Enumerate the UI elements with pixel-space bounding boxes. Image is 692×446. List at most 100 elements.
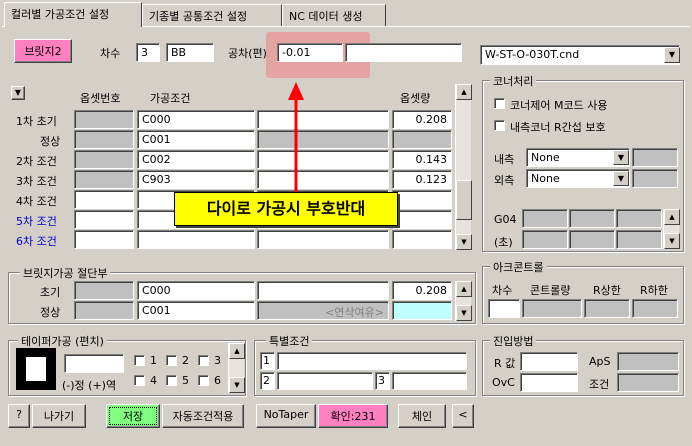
offset-no-field [74, 110, 134, 129]
help-button[interactable]: ? [8, 404, 30, 428]
taper-preview-inner [26, 357, 46, 381]
condition-extra-field[interactable] [257, 150, 389, 169]
bridge-button[interactable]: 브릿지2 [14, 39, 72, 63]
special-field-1[interactable] [277, 352, 467, 370]
offset-amount-field[interactable]: 0.208 [392, 110, 452, 129]
bb-field[interactable]: BB [166, 43, 214, 62]
special-num-2: 2 [260, 372, 275, 390]
corner-scrollbar[interactable]: ▲ ▼ [663, 209, 680, 249]
aps-label: ApS [589, 355, 611, 368]
sec-field-3 [616, 230, 662, 249]
grinding-margin-field[interactable] [392, 301, 452, 320]
condition-field[interactable]: C000 [137, 110, 255, 129]
arc-chasu-field[interactable] [488, 299, 520, 318]
bridge-row2-label: 정상 [40, 306, 61, 319]
bridge-row1-offset[interactable]: 0.208 [392, 281, 452, 300]
machine-select[interactable]: W-ST-O-030T.cnd [480, 45, 680, 65]
offset-amount-field[interactable] [392, 230, 452, 249]
taper-checkbox-label: 3 [214, 354, 221, 367]
scroll-up-icon[interactable]: ▲ [456, 84, 472, 100]
taper-checkbox-4[interactable] [134, 375, 145, 386]
taper-checkbox-5[interactable] [166, 375, 177, 386]
save-button[interactable]: 저장 [106, 404, 160, 428]
condition-extra-field[interactable] [257, 110, 389, 129]
chevron-down-icon[interactable]: ▼ [664, 47, 680, 63]
g04-field-2 [569, 209, 615, 228]
tolerance-field[interactable]: -0.01 [277, 43, 343, 62]
taper-checkbox-label: 5 [182, 374, 189, 387]
taper-checkbox-6[interactable] [198, 375, 209, 386]
offset-no-field[interactable] [74, 190, 134, 209]
r-value-field[interactable] [520, 352, 578, 371]
offset-no-field[interactable] [74, 230, 134, 249]
exit-button[interactable]: 나가기 [32, 404, 86, 428]
scroll-down-icon[interactable]: ▼ [456, 305, 472, 321]
offset-amount-field[interactable] [392, 210, 452, 229]
inner-extra-field [632, 148, 678, 167]
tolerance-extra-field[interactable] [345, 43, 462, 62]
condition-field[interactable]: C001 [137, 130, 255, 149]
confirm-button[interactable]: 확인:231 [318, 404, 388, 428]
bridge-cut-title: 브릿지가공 절단부 [20, 265, 111, 281]
row-label: 3차 조건 [16, 175, 57, 188]
cond-field [617, 373, 679, 392]
offset-amount-field[interactable] [392, 190, 452, 209]
condition-field[interactable] [137, 230, 255, 249]
condition-extra-field[interactable] [257, 230, 389, 249]
tab-nc-data[interactable]: NC 데이터 생성 [282, 4, 386, 26]
outer-extra-field [632, 169, 678, 188]
offset-amount-field[interactable]: 0.143 [392, 150, 452, 169]
bridge-row1-condition[interactable]: C000 [137, 281, 255, 300]
back-button[interactable]: < [452, 404, 474, 428]
scroll-up-icon[interactable]: ▲ [229, 343, 245, 359]
r-value-label: R 값 [494, 357, 516, 370]
special-field-3[interactable] [392, 372, 467, 390]
taper-checkbox-1[interactable] [134, 355, 145, 366]
tab-color-conditions[interactable]: 컬러별 가공조건 설정 [4, 2, 142, 27]
bridge-scrollbar[interactable]: ▲ ▼ [455, 281, 472, 321]
arc-control-field [522, 299, 582, 318]
annotation-label: 다이로 가공시 부호반대 [174, 192, 398, 226]
chevron-down-icon[interactable]: ▼ [613, 150, 629, 165]
table-scrollbar[interactable]: ▲ ▼ [455, 84, 472, 250]
offset-no-field[interactable] [74, 210, 134, 229]
taper-checkbox-label: 2 [182, 354, 189, 367]
row-label: 5차 조건 [16, 215, 57, 228]
scroll-down-icon[interactable]: ▼ [456, 234, 472, 250]
approach-title: 진입방법 [490, 333, 537, 349]
offset-amount-field[interactable]: 0.123 [392, 170, 452, 189]
arc-r-lower-field [632, 299, 678, 318]
offset-amount-field [392, 130, 452, 149]
taper-scrollbar[interactable]: ▲ ▼ [228, 343, 245, 393]
outer-label: 외측 [494, 174, 515, 187]
inner-corner-label: 내측코너 R간섭 보호 [510, 121, 606, 134]
scroll-down-icon[interactable]: ▼ [664, 233, 680, 249]
scroll-down-icon[interactable]: ▼ [229, 377, 245, 393]
scroll-thumb[interactable] [456, 180, 472, 220]
taper-value-field[interactable] [64, 354, 124, 373]
sec-label: (초) [494, 236, 513, 249]
auto-apply-button[interactable]: 자동조건적용 [162, 404, 244, 428]
aps-field [617, 352, 679, 371]
tab-model-common[interactable]: 기종별 공통조건 설정 [142, 4, 282, 26]
offset-no-field [74, 150, 134, 169]
taper-checkbox-3[interactable] [198, 355, 209, 366]
condition-field[interactable]: C903 [137, 170, 255, 189]
chasu-field[interactable]: 3 [136, 43, 160, 62]
inner-corner-checkbox[interactable] [494, 120, 505, 131]
ovc-field[interactable] [520, 373, 578, 392]
notaper-button[interactable]: NoTaper [256, 404, 316, 428]
condition-field[interactable]: C002 [137, 150, 255, 169]
corner-m-code-checkbox[interactable] [494, 98, 505, 109]
special-field-2[interactable] [277, 372, 373, 390]
menu-dropdown-button[interactable]: ▼ [11, 86, 25, 100]
taper-checkbox-2[interactable] [166, 355, 177, 366]
scroll-up-icon[interactable]: ▲ [664, 209, 680, 225]
chevron-down-icon[interactable]: ▼ [613, 171, 629, 186]
chain-button[interactable]: 체인 [398, 404, 446, 428]
scroll-up-icon[interactable]: ▲ [456, 281, 472, 297]
bridge-row2-condition[interactable]: C001 [137, 301, 255, 320]
bridge-row1-extra[interactable] [257, 281, 389, 300]
arc-col-chasu: 차수 [492, 284, 513, 297]
condition-extra-field[interactable] [257, 170, 389, 189]
